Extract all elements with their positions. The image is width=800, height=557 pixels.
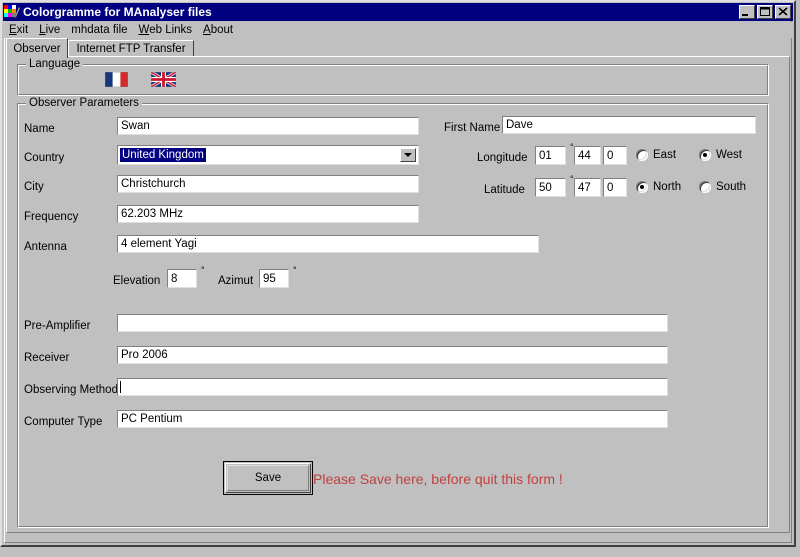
- label-receiver: Receiver: [24, 352, 70, 364]
- label-observing-method: Observing Method: [24, 384, 118, 396]
- app-colorgrid-icon: [4, 5, 20, 18]
- observing-method-input[interactable]: [117, 378, 668, 396]
- latitude-minutes-value: 47: [578, 181, 591, 194]
- label-computer-type: Computer Type: [24, 416, 103, 428]
- radio-east[interactable]: East: [636, 149, 676, 161]
- latitude-degrees-value: 50: [539, 181, 552, 194]
- menu-label-about-rest: bout: [210, 24, 234, 36]
- radio-east-label: East: [653, 149, 677, 161]
- city-input-value: Christchurch: [121, 178, 186, 190]
- tab-internet-ftp-transfer[interactable]: Internet FTP Transfer: [68, 40, 194, 57]
- save-button[interactable]: Save: [223, 461, 313, 495]
- name-input[interactable]: Swan: [117, 117, 419, 135]
- latitude-minutes-input[interactable]: 47: [574, 178, 601, 197]
- radio-south-indicator: [699, 181, 711, 193]
- tab-strip: Observer Internet FTP Transfer: [6, 38, 790, 58]
- save-button-label: Save: [254, 472, 282, 484]
- save-warning-text: Please Save here, before quit this form …: [313, 471, 563, 487]
- azimut-input-value: 95: [263, 272, 276, 285]
- radio-north[interactable]: North: [636, 181, 681, 193]
- menu-label-exit-rest: xit: [16, 24, 29, 36]
- city-input[interactable]: Christchurch: [117, 175, 419, 193]
- azimut-degree-symbol: °: [293, 265, 297, 275]
- menu-label-weblinks-rest: eb Links: [149, 24, 193, 36]
- latitude-seconds-input[interactable]: 0: [603, 178, 627, 197]
- menu-label-mhdata: mhdata file: [71, 24, 128, 36]
- radio-west-label: West: [716, 149, 742, 161]
- label-city: City: [24, 181, 44, 193]
- minimize-icon[interactable]: [739, 5, 755, 19]
- label-antenna: Antenna: [24, 241, 67, 253]
- tab-observer[interactable]: Observer: [6, 38, 68, 58]
- french-flag[interactable]: [104, 71, 129, 88]
- longitude-minutes-input[interactable]: 44: [574, 146, 601, 165]
- radio-north-label: North: [653, 181, 682, 193]
- text-caret: [120, 381, 121, 393]
- longitude-minutes-value: 44: [578, 149, 591, 162]
- frequency-input[interactable]: 62.203 MHz: [117, 205, 419, 223]
- preamplifier-input[interactable]: [117, 314, 668, 332]
- receiver-input-value: Pro 2006: [121, 349, 168, 361]
- radio-south[interactable]: South: [699, 181, 746, 193]
- observer-parameters-groupbox-title: Observer Parameters: [26, 97, 142, 109]
- elevation-degree-symbol: °: [201, 265, 205, 275]
- label-frequency: Frequency: [24, 211, 79, 223]
- first-name-input-value: Dave: [506, 119, 533, 131]
- title-bar: Colorgramme for MAnalyser files: [3, 3, 793, 21]
- menu-item-mhdata-file[interactable]: mhdata file: [66, 23, 133, 37]
- longitude-seconds-input[interactable]: 0: [603, 146, 627, 165]
- application-window-root: Colorgramme for MAnalyser files Exit Liv…: [0, 0, 800, 557]
- longitude-degrees-value: 01: [539, 149, 552, 162]
- country-combobox-value: United Kingdom: [120, 148, 206, 162]
- menu-item-web-links[interactable]: Web Links: [134, 23, 199, 37]
- first-name-input[interactable]: Dave: [502, 116, 756, 134]
- label-latitude: Latitude: [484, 184, 525, 196]
- azimut-input[interactable]: 95: [259, 269, 289, 288]
- label-preamplifier: Pre-Amplifier: [24, 320, 91, 332]
- elevation-input-value: 8: [171, 272, 178, 285]
- radio-east-indicator: [636, 149, 648, 161]
- window-title: Colorgramme for MAnalyser files: [23, 5, 212, 19]
- antenna-input-value: 4 element Yagi: [121, 238, 197, 250]
- radio-west[interactable]: West: [699, 149, 742, 161]
- label-first-name: First Name: [444, 122, 501, 134]
- uk-flag-icon: [150, 70, 177, 89]
- country-combobox[interactable]: United Kingdom: [117, 145, 419, 165]
- chevron-down-icon[interactable]: [400, 148, 416, 162]
- tab-panel-observer: Language Observer Parameters Name Swan C…: [6, 56, 790, 533]
- label-longitude: Longitude: [477, 152, 528, 164]
- language-groupbox-title: Language: [26, 58, 84, 70]
- radio-west-indicator: [699, 149, 711, 161]
- language-groupbox: Language: [17, 58, 769, 96]
- tab-observer-label: Observer: [13, 42, 61, 55]
- label-elevation: Elevation: [113, 275, 161, 287]
- title-bar-buttons: [739, 5, 791, 19]
- longitude-seconds-value: 0: [607, 149, 614, 162]
- radio-south-label: South: [716, 181, 747, 193]
- label-name: Name: [24, 123, 55, 135]
- uk-flag[interactable]: [150, 70, 177, 89]
- frequency-input-value: 62.203 MHz: [121, 208, 184, 220]
- label-azimut: Azimut: [218, 275, 254, 287]
- radio-north-indicator: [636, 181, 648, 193]
- menu-bar: Exit Live mhdata file Web Links About: [4, 22, 792, 38]
- name-input-value: Swan: [121, 120, 150, 132]
- maximize-icon[interactable]: [757, 5, 773, 19]
- latitude-seconds-value: 0: [607, 181, 614, 194]
- receiver-input[interactable]: Pro 2006: [117, 346, 668, 364]
- menu-item-about[interactable]: About: [198, 23, 239, 37]
- computer-type-input[interactable]: PC Pentium: [117, 410, 668, 428]
- french-flag-icon: [104, 71, 129, 88]
- label-country: Country: [24, 152, 65, 164]
- menu-item-exit[interactable]: Exit: [4, 23, 34, 37]
- menu-label-live-rest: ive: [45, 24, 61, 36]
- latitude-degrees-input[interactable]: 50: [535, 178, 566, 197]
- longitude-degrees-input[interactable]: 01: [535, 146, 566, 165]
- antenna-input[interactable]: 4 element Yagi: [117, 235, 539, 253]
- tab-internet-ftp-transfer-label: Internet FTP Transfer: [76, 43, 186, 55]
- close-icon[interactable]: [775, 5, 791, 19]
- elevation-input[interactable]: 8: [167, 269, 197, 288]
- computer-type-input-value: PC Pentium: [121, 413, 183, 425]
- menu-item-live[interactable]: Live: [34, 23, 66, 37]
